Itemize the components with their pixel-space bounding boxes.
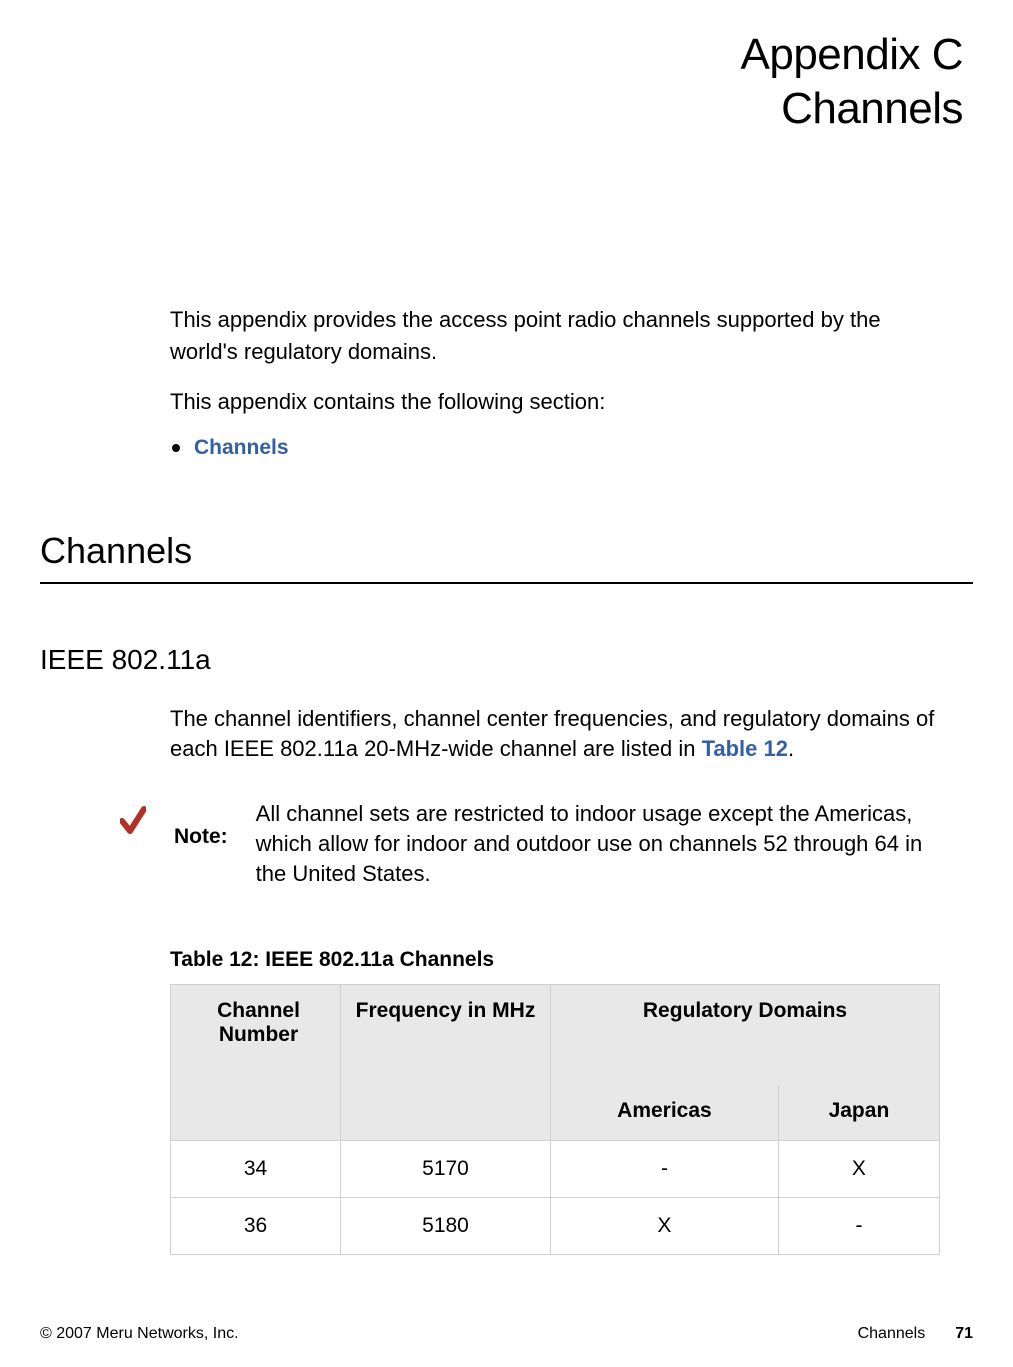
th-frequency: Frequency in MHz [341, 985, 551, 1141]
page-title-block: Appendix C Channels [40, 30, 963, 134]
note-label: Note: [174, 825, 228, 849]
note-block: Note: All channel sets are restricted to… [120, 799, 943, 888]
subheading-ieee-80211a: IEEE 802.11a [40, 644, 973, 676]
channels-table: Channel Number Frequency in MHz Regulato… [170, 984, 940, 1255]
subsection-intro-prefix: The channel identifiers, channel center … [170, 706, 934, 762]
intro-block: This appendix provides the access point … [170, 304, 943, 460]
table-title: Table 12: IEEE 802.11a Channels [170, 948, 973, 972]
th-japan: Japan [778, 1085, 939, 1141]
subsection-intro-suffix: . [788, 736, 794, 761]
bullet-icon [172, 444, 180, 452]
title-line-2: Channels [40, 84, 963, 134]
cell-frequency: 5180 [341, 1198, 551, 1255]
table-row: 36 5180 X - [171, 1198, 940, 1255]
cell-americas: X [551, 1198, 779, 1255]
toc-bullet-item: Channels [172, 436, 943, 460]
check-icon [120, 805, 146, 840]
cell-channel: 36 [171, 1198, 341, 1255]
table-body: 34 5170 - X 36 5180 X - [171, 1141, 940, 1255]
note-text: All channel sets are restricted to indoo… [256, 799, 943, 888]
footer-copyright: © 2007 Meru Networks, Inc. [40, 1325, 239, 1343]
table-head: Channel Number Frequency in MHz Regulato… [171, 985, 940, 1141]
intro-paragraph-2: This appendix contains the following sec… [170, 386, 943, 418]
footer-page-number: 71 [955, 1325, 973, 1343]
table-row: 34 5170 - X [171, 1141, 940, 1198]
cell-channel: 34 [171, 1141, 341, 1198]
table-12-link[interactable]: Table 12 [702, 736, 788, 761]
cell-frequency: 5170 [341, 1141, 551, 1198]
intro-paragraph-1: This appendix provides the access point … [170, 304, 943, 368]
page-footer: © 2007 Meru Networks, Inc. Channels 71 [40, 1325, 973, 1343]
section-divider [40, 582, 973, 584]
footer-section: Channels [858, 1325, 926, 1343]
cell-japan: X [778, 1141, 939, 1198]
section-heading-channels: Channels [40, 530, 973, 572]
channels-link[interactable]: Channels [194, 436, 289, 460]
subsection-intro: The channel identifiers, channel center … [170, 704, 943, 766]
cell-japan: - [778, 1198, 939, 1255]
th-regulatory-domains: Regulatory Domains [551, 985, 940, 1085]
th-americas: Americas [551, 1085, 779, 1141]
th-channel-number: Channel Number [171, 985, 341, 1141]
title-line-1: Appendix C [40, 30, 963, 80]
cell-americas: - [551, 1141, 779, 1198]
